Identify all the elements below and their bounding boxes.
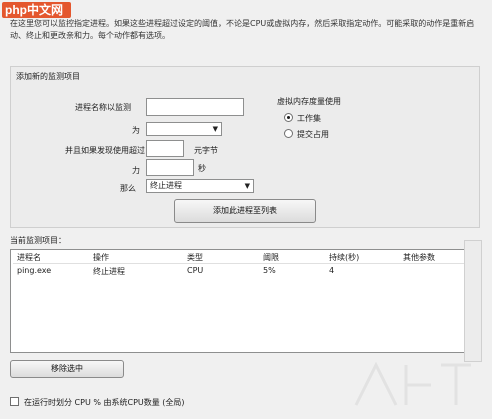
monitor-list[interactable]: 进程名 操作 类型 阈限 持续(秒) 其他参数 ping.exe 终止进程 CP… — [10, 249, 476, 353]
remove-selected-button[interactable]: 移除选中 — [10, 360, 124, 378]
working-set-radio[interactable] — [284, 113, 293, 122]
column-operation[interactable]: 操作 — [93, 252, 109, 263]
memory-group-label: 虚拟内存度量使用 — [277, 97, 341, 106]
column-other-params[interactable]: 其他参数 — [403, 252, 435, 263]
chevron-down-icon: ▼ — [244, 182, 250, 190]
header-divider — [13, 263, 471, 264]
threshold-label: 并且如果发现使用超过 — [65, 146, 145, 155]
table-row-process[interactable]: ping.exe — [17, 266, 51, 275]
column-process-name[interactable]: 进程名 — [17, 252, 41, 263]
action-value: 终止进程 — [150, 181, 182, 190]
then-label: 那么 — [120, 184, 136, 193]
description-text: 在这里您可以监控指定进程。如果这些进程超过设定的阈值，不论是CPU或虚拟内存，然… — [10, 19, 475, 40]
divide-cpu-checkbox[interactable] — [10, 397, 19, 406]
working-set-label: 工作集 — [297, 114, 321, 123]
threshold-input[interactable] — [146, 140, 184, 157]
current-items-label: 当前监测项目： — [10, 236, 66, 245]
action-select[interactable]: 终止进程 ▼ — [146, 179, 254, 193]
resource-type-select[interactable]: ▼ — [146, 122, 222, 136]
add-monitor-group-label: 添加新的监测项目 — [16, 72, 80, 81]
column-duration[interactable]: 持续(秒) — [329, 252, 359, 263]
divide-cpu-label: 在运行时划分 CPU % 由系统CPU数量 (全局) — [24, 398, 185, 407]
add-to-list-button[interactable]: 添加此进程至列表 — [174, 199, 316, 223]
commit-radio[interactable] — [284, 129, 293, 138]
process-name-input[interactable] — [146, 98, 244, 116]
site-logo: php中文网 — [2, 2, 71, 18]
duration-for-label: 力 — [132, 166, 140, 175]
table-row-type: CPU — [187, 266, 204, 275]
table-row-duration: 4 — [329, 266, 335, 275]
vertical-scrollbar[interactable] — [464, 240, 482, 362]
chevron-down-icon: ▼ — [212, 125, 218, 133]
column-threshold[interactable]: 阈限 — [263, 252, 279, 263]
seconds-input[interactable] — [146, 159, 194, 176]
column-type[interactable]: 类型 — [187, 252, 203, 263]
watermark-graphic — [354, 361, 471, 406]
commit-label: 提交占用 — [297, 130, 329, 139]
process-name-label: 进程名称以监测 — [75, 103, 131, 112]
unit-label: 元字节 — [194, 146, 218, 155]
for-label: 为 — [132, 126, 140, 135]
table-row-threshold: 5% — [263, 266, 276, 275]
table-row-operation: 终止进程 — [93, 267, 125, 276]
seconds-label: 秒 — [198, 164, 206, 173]
